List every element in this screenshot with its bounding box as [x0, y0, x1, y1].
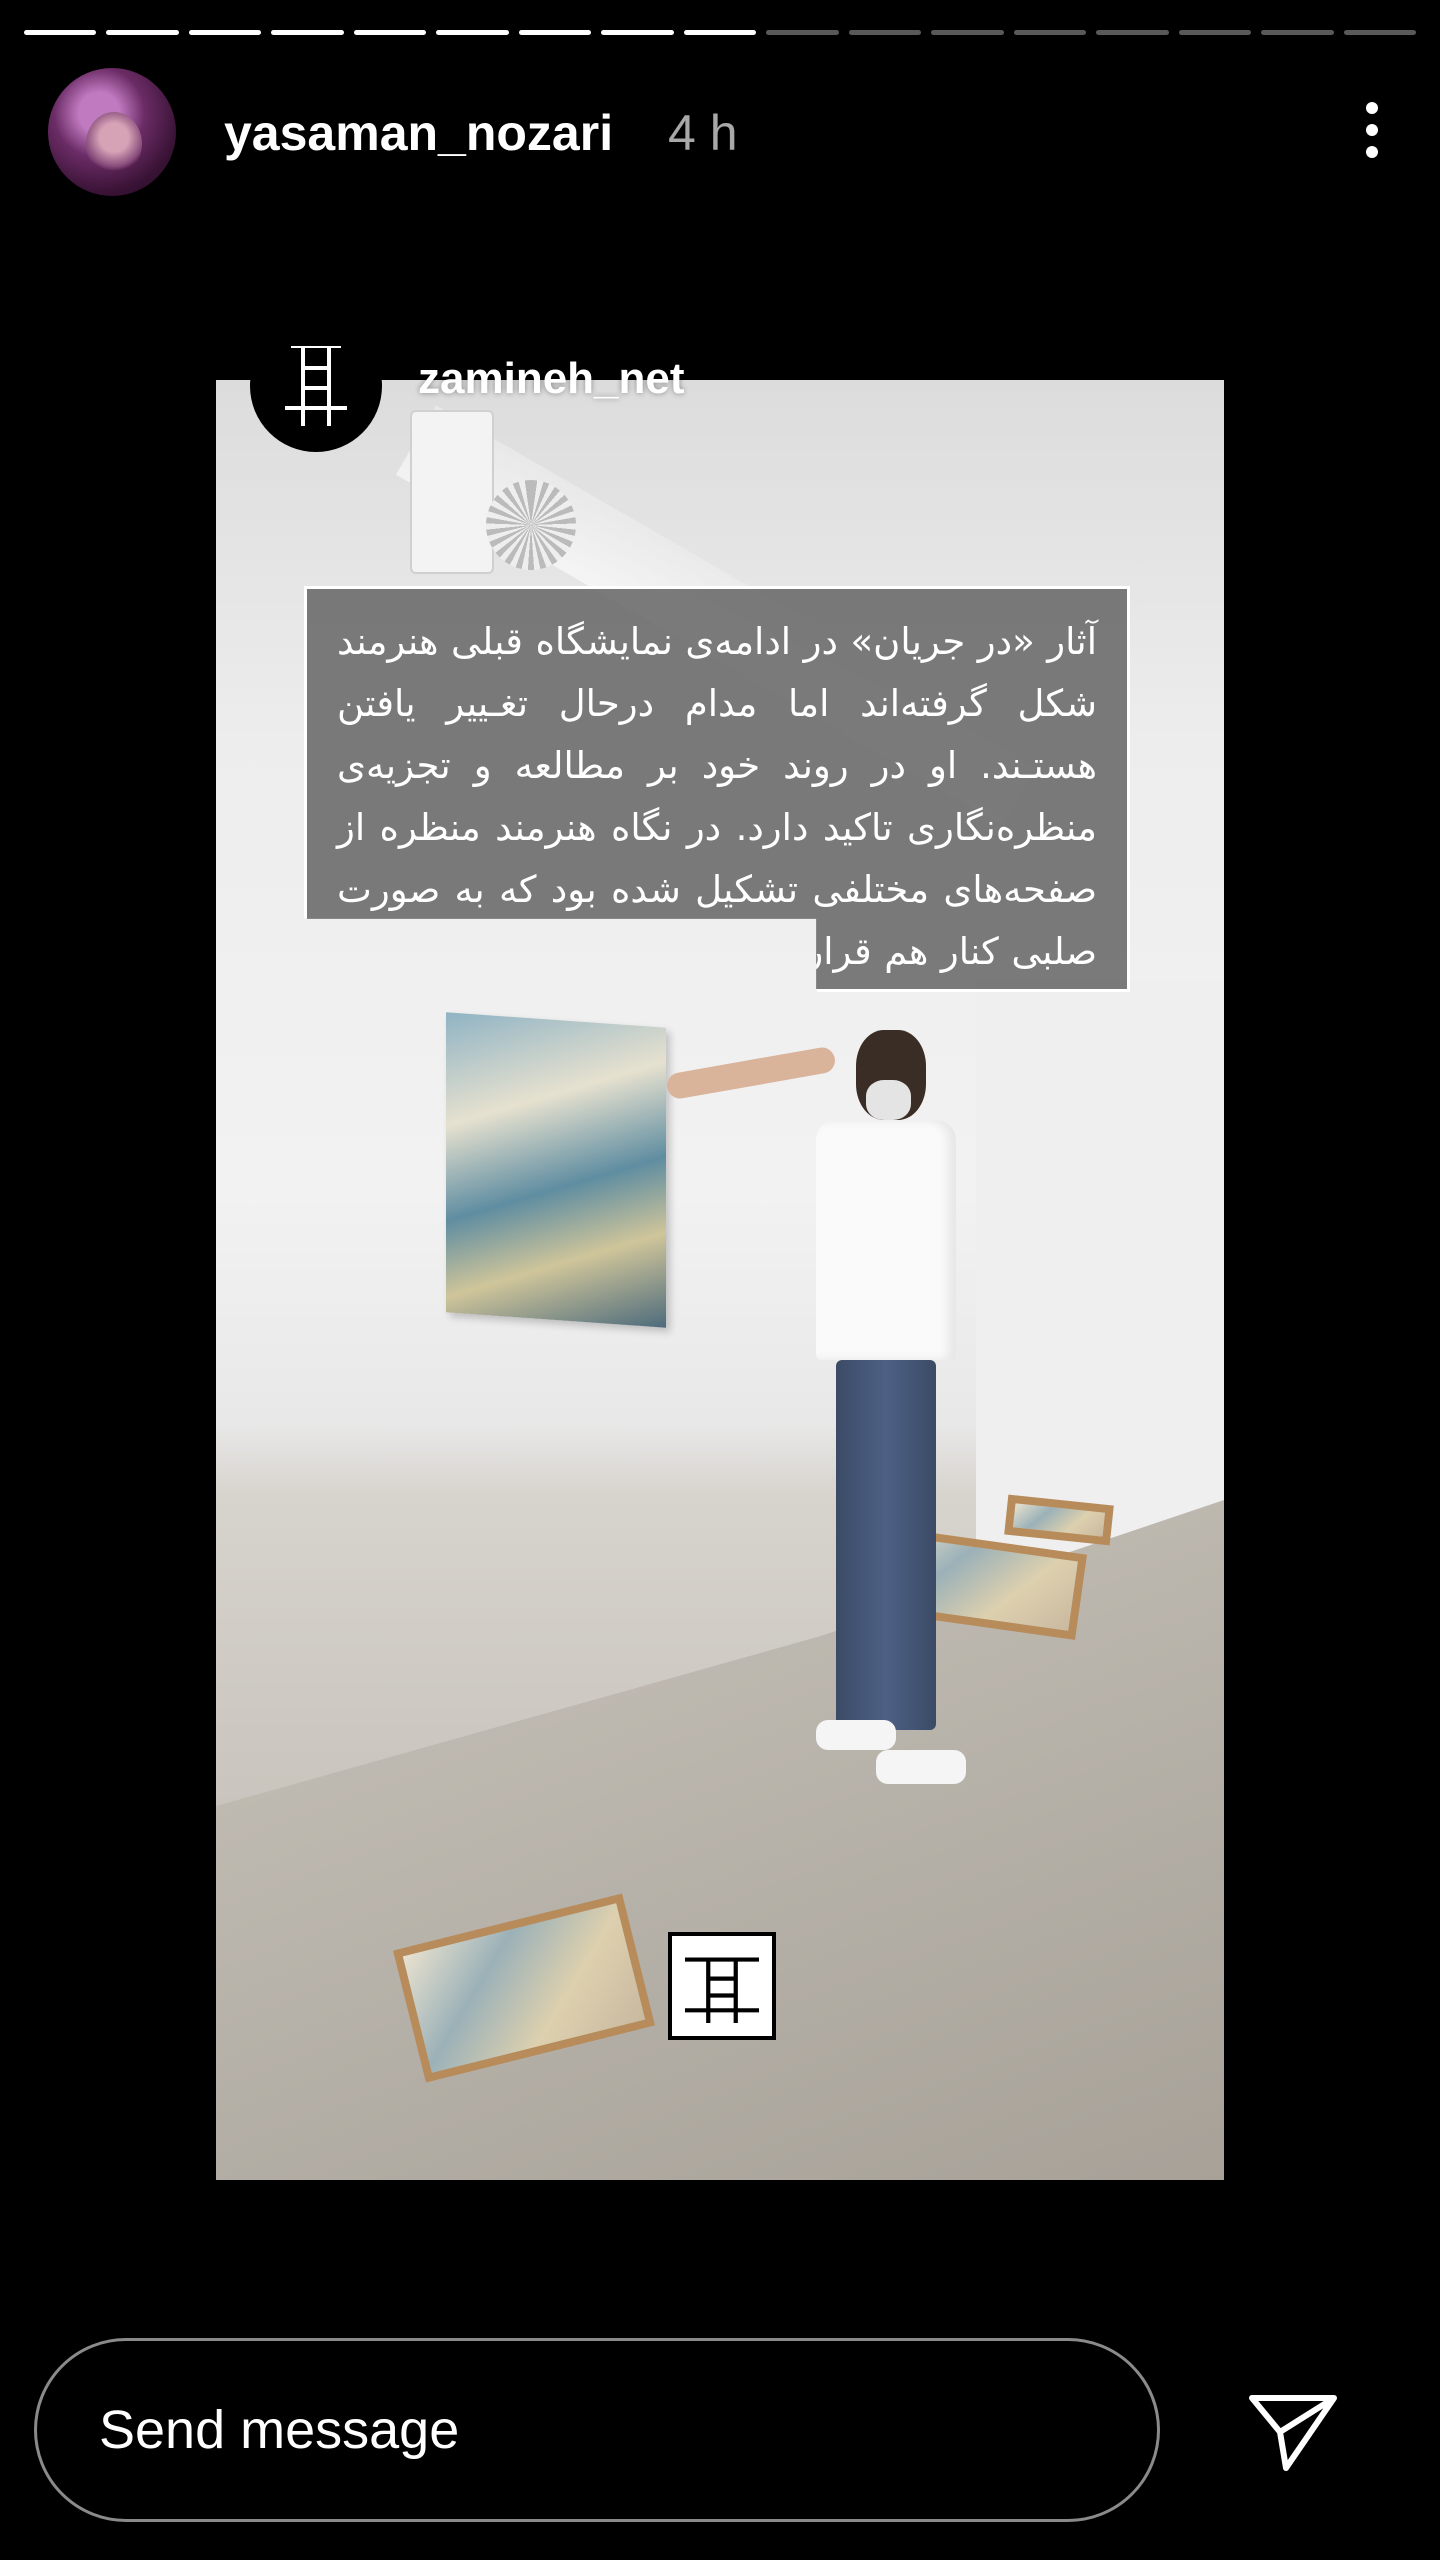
- progress-segment: [683, 30, 757, 35]
- story-progress-bar: [24, 30, 1416, 36]
- send-message-input[interactable]: [34, 2338, 1160, 2522]
- username[interactable]: yasaman_nozari: [224, 104, 613, 162]
- progress-segment: [848, 30, 922, 35]
- progress-segment: [1261, 30, 1334, 35]
- paper-plane-icon[interactable]: [1248, 2392, 1338, 2472]
- story-header: yasaman_nozari 4 h: [48, 68, 1392, 198]
- progress-segment: [601, 30, 674, 35]
- progress-segment: [271, 30, 344, 35]
- progress-segment: [188, 30, 262, 35]
- ceiling-fan: [486, 480, 576, 570]
- avatar[interactable]: [48, 68, 176, 196]
- progress-segment: [24, 30, 97, 35]
- shared-post-image[interactable]: آثار «در جریان» در ادامه‌ی نمایشگاه قبلی…: [216, 380, 1224, 2180]
- progress-segment: [1096, 30, 1169, 35]
- progress-segment: [1343, 30, 1416, 35]
- progress-segment: [931, 30, 1004, 35]
- progress-segment: [518, 30, 592, 35]
- source-account-name[interactable]: zamineh_net: [418, 354, 685, 404]
- progress-segment: [1013, 30, 1087, 35]
- progress-segment: [766, 30, 839, 35]
- wall-painting: [446, 1012, 666, 1328]
- progress-segment: [353, 30, 427, 35]
- artist-figure: [665, 1030, 976, 1830]
- ladder-logo-icon: [668, 1932, 776, 2040]
- progress-segment: [1178, 30, 1252, 35]
- progress-segment: [436, 30, 509, 35]
- caption-box: آثار «در جریان» در ادامه‌ی نمایشگاه قبلی…: [304, 586, 1130, 992]
- progress-segment: [106, 30, 179, 35]
- more-options-icon[interactable]: [1352, 102, 1392, 166]
- ceiling-projector: [410, 410, 494, 574]
- ladder-logo-icon[interactable]: [250, 320, 382, 452]
- post-time: 4 h: [668, 105, 738, 161]
